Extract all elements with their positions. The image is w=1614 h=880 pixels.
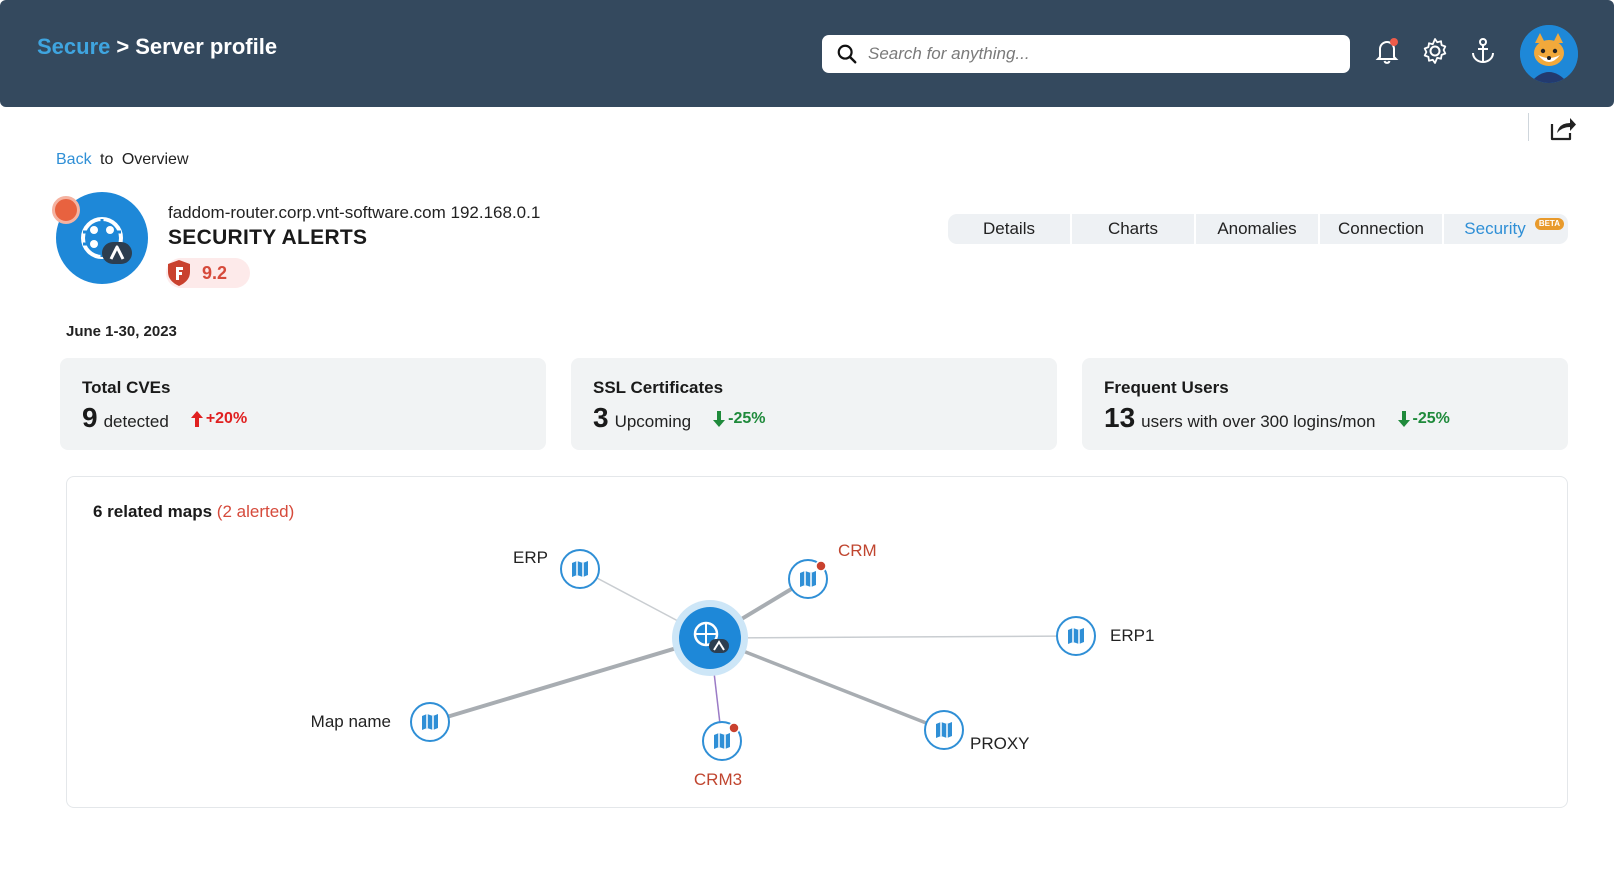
tab-connection[interactable]: Connection: [1318, 214, 1442, 244]
map-node-label: ERP: [513, 548, 548, 567]
shield-icon: [168, 260, 190, 286]
beta-badge: BETA: [1534, 218, 1564, 230]
tab-security[interactable]: Security BETA: [1442, 214, 1568, 244]
date-range: June 1-30, 2023: [66, 323, 177, 340]
stat-card-delta: -25%: [1397, 410, 1450, 428]
stat-card-value: 3: [593, 402, 609, 433]
map-node-crm[interactable]: CRM: [788, 541, 877, 599]
stat-card-total-cves: Total CVEs 9 detected +20%: [60, 358, 546, 450]
stat-card-delta-value: -25%: [728, 410, 766, 427]
breadcrumb-link-secure[interactable]: Secure: [37, 34, 110, 59]
stat-card-row: 13 users with over 300 logins/mon -25%: [1104, 402, 1450, 434]
edge-erp1: [709, 635, 1077, 639]
avatar[interactable]: [1520, 25, 1578, 83]
toolbar-divider: [1528, 113, 1529, 141]
stat-card-value: 13: [1104, 402, 1136, 433]
map-node-proxy[interactable]: PROXY: [924, 710, 1030, 753]
search-input[interactable]: [868, 35, 1338, 73]
stat-card-delta: +20%: [190, 410, 248, 428]
arrow-up-icon: [190, 411, 203, 427]
stat-card-value: 9: [82, 402, 98, 433]
stat-card-title: Total CVEs: [82, 378, 171, 397]
stat-card-unit: Upcoming: [614, 412, 692, 431]
map-node-label: CRM3: [694, 770, 742, 789]
share-icon[interactable]: [1548, 114, 1578, 142]
bell-icon[interactable]: [1372, 36, 1402, 66]
map-node-label: ERP1: [1110, 626, 1154, 645]
page-title-breadcrumb: Server profile: [135, 34, 278, 59]
map-node-map-name[interactable]: Map name: [311, 702, 450, 742]
map-node-crm3[interactable]: CRM3: [694, 721, 742, 789]
arrow-down-icon: [1397, 411, 1410, 427]
map-node-label: PROXY: [970, 734, 1030, 753]
back-to-overview: Back to Overview: [56, 151, 189, 169]
edge-map-name: [429, 636, 711, 724]
alert-dot: [815, 560, 827, 572]
risk-score-badge: 9.2: [166, 258, 250, 288]
stat-card-frequent-users: Frequent Users 13 users with over 300 lo…: [1082, 358, 1568, 450]
stat-card-title: Frequent Users: [1104, 378, 1229, 397]
central-server-node[interactable]: [672, 600, 748, 676]
related-maps-graph: ERP CRM ERP1 PROXY CRM3 Map name: [311, 541, 1155, 789]
stat-card-delta-value: -25%: [1412, 410, 1450, 427]
arrow-down-icon: [713, 411, 726, 427]
anchor-icon[interactable]: [1468, 36, 1498, 66]
stat-card-unit: users with over 300 logins/mon: [1141, 412, 1376, 431]
stat-card-row: 9 detected +20%: [82, 402, 247, 434]
back-link[interactable]: Back: [56, 151, 92, 168]
tab-charts[interactable]: Charts: [1070, 214, 1194, 244]
map-node-erp1[interactable]: ERP1: [1056, 616, 1154, 656]
stat-card-delta-value: +20%: [205, 410, 248, 427]
map-node-erp[interactable]: ERP: [513, 548, 600, 589]
alert-dot: [728, 722, 740, 734]
avatar-fox-image: [1520, 25, 1578, 83]
page-title: SECURITY ALERTS: [168, 226, 368, 249]
top-header: Secure > Server profile: [0, 0, 1614, 107]
server-hostname-ip: faddom-router.corp.vnt-software.com 192.…: [168, 203, 541, 222]
risk-score-value: 9.2: [202, 263, 228, 283]
map-node-label: CRM: [838, 541, 877, 560]
stat-card-ssl-certificates: SSL Certificates 3 Upcoming -25%: [571, 358, 1057, 450]
stat-card-unit: detected: [103, 412, 169, 431]
tab-details[interactable]: Details: [948, 214, 1070, 244]
gear-icon[interactable]: [1420, 36, 1450, 66]
alert-indicator-dot: [52, 196, 80, 224]
breadcrumb-separator: >: [116, 34, 130, 59]
profile-tabs: Details Charts Anomalies Connection Secu…: [948, 214, 1568, 244]
stat-card-title: SSL Certificates: [593, 378, 724, 397]
search-box[interactable]: [822, 35, 1350, 73]
tab-security-label: Security: [1464, 219, 1526, 238]
map-node-label: Map name: [311, 712, 391, 731]
back-link-target: Overview: [121, 151, 189, 168]
back-link-suffix: to: [100, 151, 114, 168]
stat-card-delta: -25%: [713, 410, 765, 428]
breadcrumb: Secure > Server profile: [37, 34, 277, 60]
stat-card-row: 3 Upcoming -25%: [593, 402, 765, 434]
search-icon: [837, 44, 857, 64]
tab-anomalies[interactable]: Anomalies: [1194, 214, 1318, 244]
